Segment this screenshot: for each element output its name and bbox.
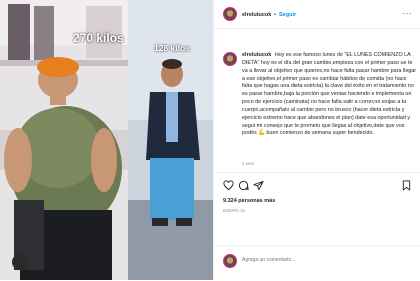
action-bar — [214, 172, 420, 195]
separator-dot: • — [274, 12, 276, 18]
heart-icon[interactable] — [223, 180, 234, 191]
post-photo[interactable]: 270 kilos 128 kilos — [0, 0, 213, 280]
follow-button[interactable]: Seguir — [279, 12, 296, 18]
username-link[interactable]: elrelutucok — [242, 12, 271, 18]
post-header: elrelutucok • Seguir ··· — [214, 0, 420, 29]
before-weight-label: 270 kilos — [73, 31, 124, 45]
share-icon[interactable] — [253, 180, 264, 191]
caption-avatar[interactable] — [223, 52, 237, 66]
post-date: ENERO 31 — [223, 208, 246, 213]
comment-bar — [214, 245, 420, 281]
after-weight-label: 128 kilos — [154, 43, 190, 53]
caption-text: Hoy es ese famoso lunes de "EL LUNES COM… — [242, 52, 417, 137]
caption-username[interactable]: elrelutucok — [242, 52, 271, 58]
likes-count[interactable]: 9.324 personas más — [223, 198, 275, 204]
avatar[interactable] — [223, 7, 237, 21]
post-sidebar: elrelutucok • Seguir ··· elrelutucok Hoy… — [213, 0, 420, 280]
bookmark-icon[interactable] — [401, 180, 412, 191]
comment-input[interactable] — [242, 255, 392, 265]
post-time[interactable]: 1 sem — [242, 161, 254, 166]
post-caption: elrelutucok Hoy es ese famoso lunes de "… — [242, 52, 417, 138]
more-options-icon[interactable]: ··· — [403, 9, 413, 18]
comment-icon[interactable] — [238, 180, 249, 191]
comment-avatar — [223, 254, 237, 268]
